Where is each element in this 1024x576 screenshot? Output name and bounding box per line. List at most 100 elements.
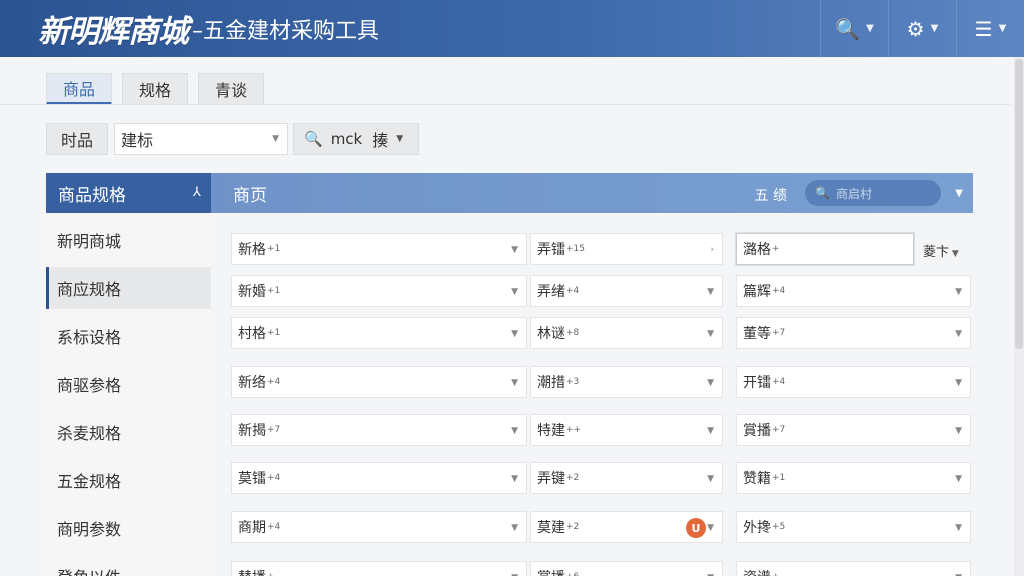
- panel-search-placeholder: 商启村: [835, 186, 872, 201]
- sidebar-item[interactable]: 登角以件: [46, 555, 211, 576]
- tab-products[interactable]: 商品: [46, 73, 112, 105]
- spec-select[interactable]: 莫建 +2 U ▼: [530, 511, 723, 543]
- chevron-down-icon: ▼: [998, 23, 1007, 34]
- spec-count: +: [772, 572, 780, 576]
- chevron-down-icon: ▼: [866, 23, 874, 34]
- sidebar-item[interactable]: 商驱参格: [46, 363, 211, 405]
- spec-select[interactable]: 替播+▼: [231, 561, 527, 576]
- spec-count: +1: [267, 328, 281, 338]
- spec-count: +7: [772, 425, 786, 435]
- spec-count: +4: [772, 286, 786, 296]
- spec-value: 新格: [238, 242, 266, 258]
- header-tools: 🔍 ▼ ⚙ ▼ ☰ ▼: [820, 0, 1024, 57]
- app-header: 新明辉商城 –五金建材采购工具 🔍 ▼ ⚙ ▼ ☰ ▼: [0, 0, 1024, 57]
- table-row: 商期 +4 ▼ 莫建 +2 U ▼ 外搀 +5 ▼: [211, 511, 973, 543]
- sidebar-item[interactable]: 新明商城: [46, 219, 211, 261]
- filter-label: 时品: [46, 123, 108, 155]
- spec-count: +3: [566, 377, 580, 387]
- spec-select[interactable]: 篇辉 +4 ▼: [736, 275, 971, 307]
- menu-button[interactable]: ☰ ▼: [956, 0, 1024, 57]
- spec-select[interactable]: 特建 ++ ▼: [530, 414, 723, 446]
- filter-select-value: 建标: [121, 131, 154, 150]
- spec-value: 賞播: [743, 423, 771, 439]
- chevron-down-icon: ▼: [707, 378, 714, 388]
- chevron-down-icon: ▼: [707, 523, 714, 533]
- scroll-thumb[interactable]: [1015, 59, 1023, 349]
- table-row: 替播+▼賞播+6▼ 资谱+▼: [211, 561, 973, 576]
- sidebar-item[interactable]: 系标设格: [46, 315, 211, 357]
- table-row: 莫镭 +4 ▼ 弄键 +2 ▼ 赞籍 +1 ▼: [211, 462, 973, 494]
- spec-count: +2: [566, 473, 580, 483]
- extra-select[interactable]: 菱卞 ▼: [923, 241, 959, 260]
- spec-select[interactable]: 弄镭 +15 ›: [530, 233, 723, 265]
- table-row: 新婚 +1 ▼ 弄绪 +4 ▼ 篇辉 +4 ▼: [211, 275, 973, 307]
- chevron-down-icon: ▼: [511, 474, 518, 484]
- spec-select[interactable]: 新婚 +1 ▼: [231, 275, 527, 307]
- spec-select[interactable]: 林谜 +8 ▼: [530, 317, 723, 349]
- spec-select[interactable]: 商期 +4 ▼: [231, 511, 527, 543]
- sidebar-item[interactable]: 杀麦规格: [46, 411, 211, 453]
- spec-value: 外搀: [743, 520, 771, 536]
- status-badge: U: [686, 518, 706, 538]
- spec-count: +8: [566, 328, 580, 338]
- chevron-down-icon: ▼: [955, 426, 962, 436]
- search-dropdown[interactable]: 揍: [372, 127, 388, 151]
- chevron-down-icon[interactable]: ▼: [955, 188, 963, 199]
- chevron-down-icon: ▼: [707, 287, 714, 297]
- tab-specs[interactable]: 规格: [122, 73, 188, 105]
- spec-count: +7: [772, 328, 786, 338]
- spec-value: 商期: [238, 520, 266, 536]
- spec-count: +5: [772, 522, 786, 532]
- spec-select[interactable]: 外搀 +5 ▼: [736, 511, 971, 543]
- chevron-down-icon: ▼: [955, 329, 962, 339]
- spec-select[interactable]: 新络 +4 ▼: [231, 366, 527, 398]
- extra-select-value: 菱卞: [923, 245, 950, 260]
- search-input[interactable]: 🔍 mck 揍 ▼: [293, 123, 419, 155]
- spec-select[interactable]: 潞格 +: [736, 233, 914, 265]
- spec-select[interactable]: 村格 +1 ▼: [231, 317, 527, 349]
- search-value: mck: [330, 130, 363, 148]
- sidebar-item-active[interactable]: 商应规格: [46, 267, 211, 309]
- spec-select[interactable]: 新揭 +7 ▼: [231, 414, 527, 446]
- spec-select[interactable]: 开镭 +4 ▼: [736, 366, 971, 398]
- search-button[interactable]: 🔍 ▼: [820, 0, 888, 57]
- tab-third[interactable]: 青谈: [198, 73, 264, 105]
- sidebar-item[interactable]: 五金规格: [46, 459, 211, 501]
- panel-title: 商页: [233, 185, 267, 206]
- spec-select[interactable]: 弄键 +2 ▼: [530, 462, 723, 494]
- sidebar-item[interactable]: 商明参数: [46, 507, 211, 549]
- panel-filter-button[interactable]: 五 绩: [755, 185, 787, 205]
- spec-select[interactable]: 莫镭 +4 ▼: [231, 462, 527, 494]
- spec-select[interactable]: 董等 +7 ▼: [736, 317, 971, 349]
- pin-icon[interactable]: ⅄: [193, 185, 201, 200]
- panel-header: 商页 五 绩 🔍 商启村 ▼: [211, 173, 973, 213]
- spec-value: 潮措: [537, 375, 565, 391]
- search-icon: 🔍: [815, 186, 830, 200]
- spec-value: 篇辉: [743, 284, 771, 300]
- spec-select[interactable]: 新格 +1 ▼: [231, 233, 527, 265]
- spec-value: 新揭: [238, 423, 266, 439]
- spec-select[interactable]: 賞播 +7 ▼: [736, 414, 971, 446]
- spec-value: 村格: [238, 326, 266, 342]
- spec-count: ++: [566, 425, 582, 435]
- chevron-down-icon: ▼: [930, 23, 939, 34]
- spec-value: 莫镭: [238, 471, 266, 487]
- scrollbar[interactable]: [1014, 57, 1024, 576]
- spec-count: +7: [267, 425, 281, 435]
- spec-count: +1: [772, 473, 786, 483]
- chevron-right-icon: ›: [710, 245, 714, 255]
- panel-search-input[interactable]: 🔍 商启村: [805, 180, 941, 206]
- brand-logo[interactable]: 新明辉商城: [38, 6, 189, 51]
- spec-value: 莫建: [537, 520, 565, 536]
- sidebar: 商品规格 ⅄ 新明商城 商应规格 系标设格 商驱参格 杀麦规格 五金规格 商明参…: [46, 173, 211, 576]
- spec-select[interactable]: 賞播+6▼: [530, 561, 723, 576]
- spec-count: +4: [772, 377, 786, 387]
- spec-select[interactable]: 赞籍 +1 ▼: [736, 462, 971, 494]
- settings-button[interactable]: ⚙ ▼: [888, 0, 956, 57]
- spec-value: 林谜: [537, 326, 565, 342]
- table-row: 新格 +1 ▼ 弄镭 +15 › 潞格 + 菱卞 ▼: [211, 233, 973, 265]
- spec-select[interactable]: 弄绪 +4 ▼: [530, 275, 723, 307]
- filter-select[interactable]: 建标 ▼: [114, 123, 288, 155]
- spec-select[interactable]: 潮措 +3 ▼: [530, 366, 723, 398]
- spec-select[interactable]: 资谱+▼: [736, 561, 971, 576]
